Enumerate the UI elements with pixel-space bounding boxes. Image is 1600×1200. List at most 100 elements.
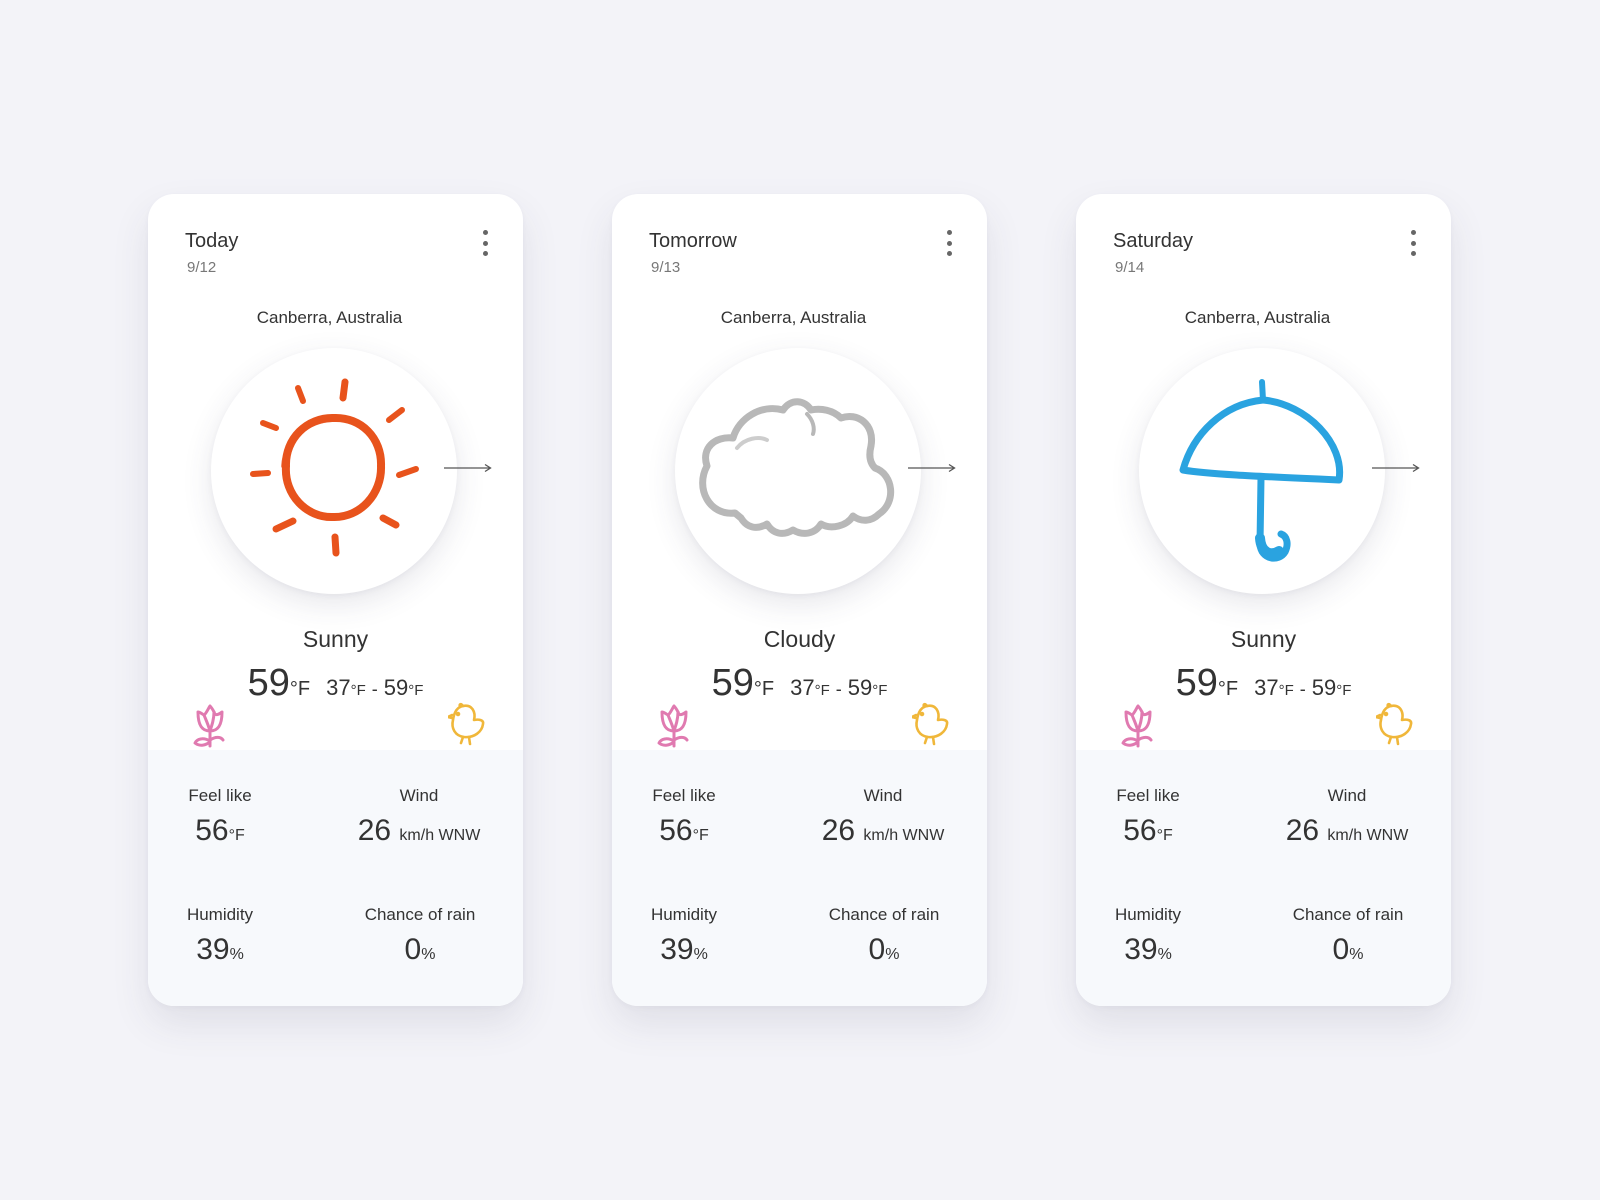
humidity-stat: Humidity 39% xyxy=(178,905,262,967)
humidity-unit: % xyxy=(1157,946,1172,963)
details-panel: Feel like 56°F Wind 26 km/h WNW Humidity… xyxy=(612,750,987,1006)
weather-illustration xyxy=(211,348,457,594)
chick-icon xyxy=(1376,702,1413,746)
low-temp: 37 xyxy=(1254,675,1279,700)
next-arrow-icon[interactable] xyxy=(443,462,493,474)
current-temp-unit: °F xyxy=(753,678,775,700)
details-panel: Feel like 56°F Wind 26 km/h WNW Humidity… xyxy=(1076,750,1451,1006)
date-label: 9/14 xyxy=(1115,259,1145,276)
more-options-icon[interactable] xyxy=(941,230,957,256)
feel-like-value: 56 xyxy=(195,814,229,847)
low-temp: 37 xyxy=(326,675,351,700)
date-label: 9/12 xyxy=(187,259,217,276)
humidity-unit: % xyxy=(229,946,244,963)
wind-value: 26 xyxy=(1285,814,1320,847)
chance-of-rain-value: 0 xyxy=(1332,933,1350,966)
humidity-stat: Humidity 39% xyxy=(642,905,726,967)
humidity-label: Humidity xyxy=(186,905,254,924)
humidity-stat: Humidity 39% xyxy=(1106,905,1190,967)
current-temp: 59 xyxy=(247,662,290,704)
chance-of-rain-value: 0 xyxy=(868,933,886,966)
current-temp-unit: °F xyxy=(1217,678,1239,700)
flower-icon xyxy=(1121,704,1153,748)
chance-of-rain-unit: % xyxy=(421,946,436,963)
chance-of-rain-value: 0 xyxy=(404,933,422,966)
more-options-icon[interactable] xyxy=(477,230,493,256)
location-label: Canberra, Australia xyxy=(720,308,867,327)
weather-card-today: Today 9/12 Canberra, Australia Sunny 59°… xyxy=(148,194,523,1006)
range-dash: - xyxy=(371,679,378,699)
flower-icon xyxy=(193,704,225,748)
wind-stat: Wind 26 km/h WNW xyxy=(807,786,959,848)
location-label: Canberra, Australia xyxy=(256,308,403,327)
sun-icon xyxy=(250,378,419,557)
current-temp-unit: °F xyxy=(289,678,311,700)
day-label: Today xyxy=(185,230,239,252)
low-temp-unit: °F xyxy=(350,682,366,699)
chance-of-rain-stat: Chance of rain 0% xyxy=(819,905,949,967)
chance-of-rain-label: Chance of rain xyxy=(828,905,940,924)
next-arrow-icon[interactable] xyxy=(907,462,957,474)
chance-of-rain-label: Chance of rain xyxy=(364,905,476,924)
humidity-value: 39 xyxy=(660,933,694,966)
chance-of-rain-unit: % xyxy=(1349,946,1364,963)
wind-value: 26 xyxy=(821,814,856,847)
high-temp: 59 xyxy=(1311,675,1337,700)
feel-like-stat: Feel like 56°F xyxy=(1106,786,1190,848)
day-label: Tomorrow xyxy=(649,230,737,252)
humidity-unit: % xyxy=(693,946,708,963)
weather-card-tomorrow: Tomorrow 9/13 Canberra, Australia Cloudy… xyxy=(612,194,987,1006)
high-temp: 59 xyxy=(383,675,409,700)
current-temp: 59 xyxy=(711,662,754,704)
feel-like-stat: Feel like 56°F xyxy=(178,786,262,848)
temperature-row: 59°F 37°F -59°F xyxy=(612,662,987,705)
date-label: 9/13 xyxy=(651,259,681,276)
chance-of-rain-stat: Chance of rain 0% xyxy=(355,905,485,967)
temperature-row: 59°F 37°F -59°F xyxy=(148,662,523,705)
chance-of-rain-unit: % xyxy=(885,946,900,963)
temperature-row: 59°F 37°F -59°F xyxy=(1076,662,1451,705)
details-panel: Feel like 56°F Wind 26 km/h WNW Humidity… xyxy=(148,750,523,1006)
weather-illustration xyxy=(1139,348,1385,594)
wind-unit: km/h WNW xyxy=(863,827,945,844)
low-temp-unit: °F xyxy=(814,682,830,699)
wind-unit: km/h WNW xyxy=(1327,827,1409,844)
wind-label: Wind xyxy=(1327,786,1367,805)
wind-stat: Wind 26 km/h WNW xyxy=(343,786,495,848)
feel-like-value: 56 xyxy=(1123,814,1157,847)
feel-like-stat: Feel like 56°F xyxy=(642,786,726,848)
feel-like-unit: °F xyxy=(692,827,709,844)
high-temp-unit: °F xyxy=(1336,682,1352,699)
feel-like-label: Feel like xyxy=(1116,786,1180,805)
chick-icon xyxy=(448,702,485,746)
chance-of-rain-stat: Chance of rain 0% xyxy=(1283,905,1413,967)
humidity-label: Humidity xyxy=(1114,905,1182,924)
humidity-value: 39 xyxy=(1124,933,1158,966)
condition-label: Sunny xyxy=(302,626,369,652)
next-arrow-icon[interactable] xyxy=(1371,462,1421,474)
low-temp: 37 xyxy=(790,675,815,700)
humidity-value: 39 xyxy=(196,933,230,966)
feel-like-unit: °F xyxy=(1156,827,1173,844)
chick-icon xyxy=(912,702,949,746)
feel-like-label: Feel like xyxy=(188,786,252,805)
high-temp: 59 xyxy=(847,675,873,700)
more-options-icon[interactable] xyxy=(1405,230,1421,256)
feel-like-value: 56 xyxy=(659,814,693,847)
wind-stat: Wind 26 km/h WNW xyxy=(1271,786,1423,848)
chance-of-rain-label: Chance of rain xyxy=(1292,905,1404,924)
current-temp: 59 xyxy=(1175,662,1218,704)
wind-label: Wind xyxy=(399,786,439,805)
day-label: Saturday xyxy=(1113,230,1194,252)
flower-icon xyxy=(657,704,689,748)
wind-value: 26 xyxy=(357,814,392,847)
condition-label: Cloudy xyxy=(763,626,836,652)
wind-unit: km/h WNW xyxy=(399,827,481,844)
location-label: Canberra, Australia xyxy=(1184,308,1331,327)
condition-label: Sunny xyxy=(1230,626,1297,652)
low-temp-unit: °F xyxy=(1278,682,1294,699)
range-dash: - xyxy=(1299,679,1306,699)
high-temp-unit: °F xyxy=(872,682,888,699)
range-dash: - xyxy=(835,679,842,699)
weather-card-saturday: Saturday 9/14 Canberra, Australia Sunny … xyxy=(1076,194,1451,1006)
